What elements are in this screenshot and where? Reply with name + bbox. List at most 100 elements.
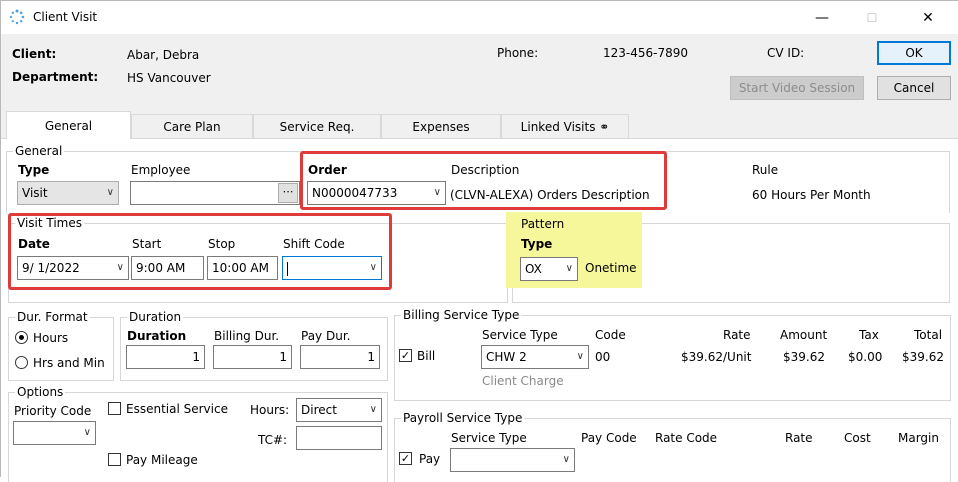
- tab-linked-visits[interactable]: Linked Visits ⚭: [501, 114, 629, 138]
- stop-time-field[interactable]: 10:00 AM: [207, 256, 278, 280]
- pay-mileage-checkbox[interactable]: [108, 453, 121, 466]
- cv-id-label: CV ID:: [767, 46, 805, 60]
- employee-field[interactable]: [130, 181, 300, 205]
- chevron-down-icon: ∨: [369, 404, 377, 415]
- billing-tax-header: Tax: [859, 328, 879, 342]
- payroll-margin-header: Margin: [898, 431, 939, 445]
- chevron-down-icon: ∨: [562, 454, 570, 465]
- chevron-down-icon: ∨: [433, 187, 441, 198]
- billing-dur-label: Billing Dur.: [214, 329, 280, 343]
- stop-time-value: 10:00 AM: [212, 261, 269, 275]
- minimize-button[interactable]: —: [799, 1, 845, 34]
- start-time-value: 9:00 AM: [136, 261, 186, 275]
- pattern-type-select[interactable]: OX ∨: [520, 257, 578, 281]
- chevron-down-icon: ∨: [576, 351, 584, 362]
- pattern-type-value: OX: [525, 262, 542, 276]
- chevron-down-icon: ∨: [369, 262, 377, 273]
- client-value: Abar, Debra: [127, 48, 200, 62]
- client-label: Client:: [12, 47, 57, 61]
- phone-value: 123-456-7890: [603, 46, 689, 60]
- billing-service-type-select[interactable]: CHW 2 ∨: [481, 345, 589, 369]
- billing-amount-header: Amount: [780, 328, 828, 342]
- essential-service-checkbox[interactable]: [108, 402, 121, 415]
- priority-code-select[interactable]: ∨: [13, 421, 96, 445]
- payroll-service-type-header: Service Type: [451, 431, 527, 445]
- client-charge-label: Client Charge: [482, 374, 564, 388]
- options-title: Options: [15, 385, 66, 399]
- billing-dur-value: 1: [279, 350, 287, 364]
- payroll-rate-code-header: Rate Code: [655, 431, 718, 445]
- app-spinner-icon: [9, 9, 25, 25]
- hours-type-select[interactable]: Direct ∨: [296, 398, 382, 422]
- date-value: 9/ 1/2022: [22, 261, 80, 275]
- pay-dur-value: 1: [367, 350, 375, 364]
- payroll-service-type-select[interactable]: ∨: [450, 448, 575, 472]
- pattern-type-label: Type: [521, 237, 553, 251]
- order-select[interactable]: N0000047733 ∨: [307, 181, 446, 205]
- billing-code-value: 00: [595, 350, 611, 364]
- payroll-rate-header: Rate: [785, 431, 813, 445]
- billing-dur-field[interactable]: 1: [213, 345, 292, 369]
- ok-button[interactable]: OK: [877, 41, 951, 65]
- pattern-type-description: Onetime: [585, 261, 637, 275]
- employee-label: Employee: [131, 163, 191, 177]
- dur-format-group: Dur. Format: [8, 310, 114, 381]
- department-value: HS Vancouver: [127, 71, 211, 85]
- chevron-down-icon: ∨: [83, 427, 91, 438]
- maximize-button[interactable]: ☐: [849, 1, 895, 34]
- close-button[interactable]: ✕: [905, 1, 951, 34]
- tab-general[interactable]: General: [6, 111, 131, 139]
- hours-type-label: Hours:: [250, 403, 290, 417]
- tc-number-field[interactable]: [296, 426, 382, 450]
- rule-label: Rule: [752, 163, 779, 177]
- type-select[interactable]: Visit ∨: [17, 181, 119, 205]
- pay-dur-field[interactable]: 1: [300, 345, 380, 369]
- close-icon: ✕: [922, 9, 934, 26]
- billing-total-value: $39.62: [902, 350, 944, 364]
- pattern-title: Pattern: [521, 217, 565, 231]
- pay-checkbox[interactable]: ✓: [399, 452, 412, 465]
- shift-code-select[interactable]: ∨: [282, 256, 382, 280]
- maximize-icon: ☐: [866, 10, 878, 25]
- billing-tax-value: $0.00: [848, 350, 883, 364]
- cancel-button[interactable]: Cancel: [877, 76, 951, 100]
- payroll-service-title: Payroll Service Type: [401, 411, 525, 425]
- type-select-value: Visit: [22, 186, 48, 200]
- bill-label: Bill: [417, 349, 436, 363]
- hours-radio[interactable]: [15, 331, 28, 344]
- pay-label: Pay: [419, 452, 441, 466]
- chevron-down-icon: ∨: [565, 263, 573, 274]
- description-value: (CLVN-ALEXA) Orders Description: [450, 188, 650, 202]
- payroll-cost-header: Cost: [844, 431, 871, 445]
- pay-dur-label: Pay Dur.: [301, 329, 351, 343]
- date-label: Date: [18, 237, 50, 251]
- tab-care-plan[interactable]: Care Plan: [131, 114, 253, 138]
- shift-code-label: Shift Code: [283, 237, 345, 251]
- client-visit-window: Client Visit — ☐ ✕ Client: Abar, Debra D…: [0, 0, 958, 482]
- duration-title: Duration: [127, 310, 184, 324]
- hrs-and-min-radio[interactable]: [15, 356, 28, 369]
- title-bar: Client Visit — ☐ ✕: [1, 1, 958, 34]
- billing-service-type-header: Service Type: [482, 328, 558, 342]
- priority-code-label: Priority Code: [14, 404, 92, 418]
- tab-service-req[interactable]: Service Req.: [253, 114, 381, 138]
- order-select-value: N0000047733: [312, 186, 398, 200]
- billing-rate-value: $39.62/Unit: [681, 350, 752, 364]
- billing-service-title: Billing Service Type: [401, 308, 522, 322]
- bill-checkbox[interactable]: ✓: [399, 349, 412, 362]
- type-label: Type: [18, 163, 50, 177]
- duration-field[interactable]: 1: [126, 345, 205, 369]
- checkmark-icon: ✓: [400, 452, 411, 465]
- tab-expenses[interactable]: Expenses: [381, 114, 501, 138]
- billing-rate-header: Rate: [723, 328, 751, 342]
- checkmark-icon: ✓: [400, 349, 411, 362]
- chevron-down-icon: ∨: [116, 262, 124, 273]
- date-picker[interactable]: 9/ 1/2022 ∨: [17, 256, 129, 280]
- start-time-field[interactable]: 9:00 AM: [131, 256, 204, 280]
- start-video-session-button[interactable]: Start Video Session: [730, 76, 864, 100]
- hours-type-value: Direct: [301, 403, 337, 417]
- duration-value: 1: [192, 350, 200, 364]
- employee-lookup-button[interactable]: ⋯: [278, 183, 298, 203]
- billing-service-type-value: CHW 2: [486, 350, 527, 364]
- hours-radio-label: Hours: [33, 331, 69, 345]
